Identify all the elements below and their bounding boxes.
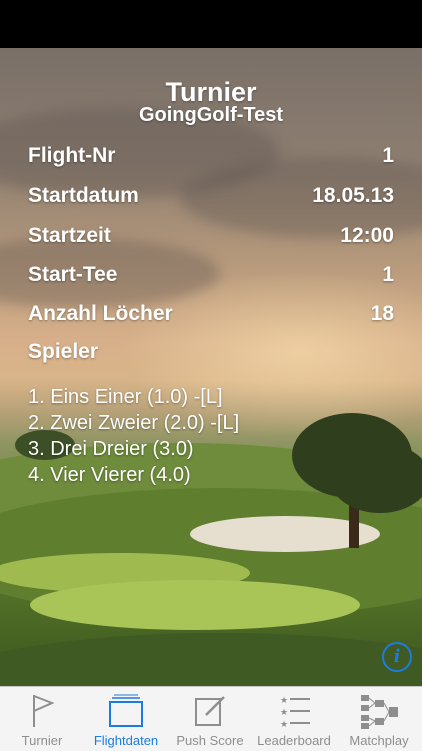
startzeit-value: 12:00 <box>340 224 394 247</box>
tab-label: Push Score <box>176 733 244 748</box>
startdatum-value: 18.05.13 <box>312 184 394 207</box>
tab-turnier[interactable]: Turnier <box>0 687 84 751</box>
anzahl-loecher-value: 18 <box>370 302 394 325</box>
tab-label: Flightdaten <box>93 733 159 748</box>
svg-text:★: ★ <box>280 695 288 705</box>
start-tee-value: 1 <box>382 263 394 286</box>
tab-bar: Turnier Flightdaten Push Score ★ ★ ★ Lea… <box>0 686 422 751</box>
player-list-item: 4. Vier Vierer (4.0) <box>28 464 191 486</box>
svg-text:★: ★ <box>280 707 288 717</box>
list-icon: ★ ★ ★ <box>280 695 310 729</box>
player-list-item: 2. Zwei Zweier (2.0) -[L] <box>28 412 240 434</box>
tab-matchplay[interactable]: Matchplay <box>336 687 422 751</box>
tab-flightdaten[interactable]: Flightdaten <box>84 687 168 751</box>
tab-label: Matchplay <box>349 733 409 748</box>
player-list-item: 1. Eins Einer (1.0) -[L] <box>28 386 223 408</box>
tab-label: Leaderboard <box>257 733 331 748</box>
bracket-icon <box>361 695 398 729</box>
tab-label: Turnier <box>21 733 63 748</box>
player-list-item: 3. Drei Dreier (3.0) <box>28 438 194 460</box>
edit-icon <box>195 696 225 726</box>
anzahl-loecher-label: Anzahl Löcher <box>28 302 173 325</box>
svg-text:★: ★ <box>280 719 288 729</box>
status-bar <box>0 0 422 48</box>
start-tee-label: Start-Tee <box>28 263 118 286</box>
tab-push-score[interactable]: Push Score <box>168 687 252 751</box>
tab-leaderboard[interactable]: ★ ★ ★ Leaderboard <box>252 687 336 751</box>
card-icon <box>109 694 143 727</box>
startzeit-label: Startzeit <box>28 224 111 247</box>
startdatum-label: Startdatum <box>28 184 139 207</box>
flag-icon <box>33 695 55 727</box>
flight-nr-value: 1 <box>382 144 394 167</box>
info-icon[interactable]: i <box>382 642 412 672</box>
players-heading: Spieler <box>28 340 99 363</box>
flight-nr-label: Flight-Nr <box>28 144 116 167</box>
tournament-name: GoingGolf-Test <box>138 104 284 126</box>
